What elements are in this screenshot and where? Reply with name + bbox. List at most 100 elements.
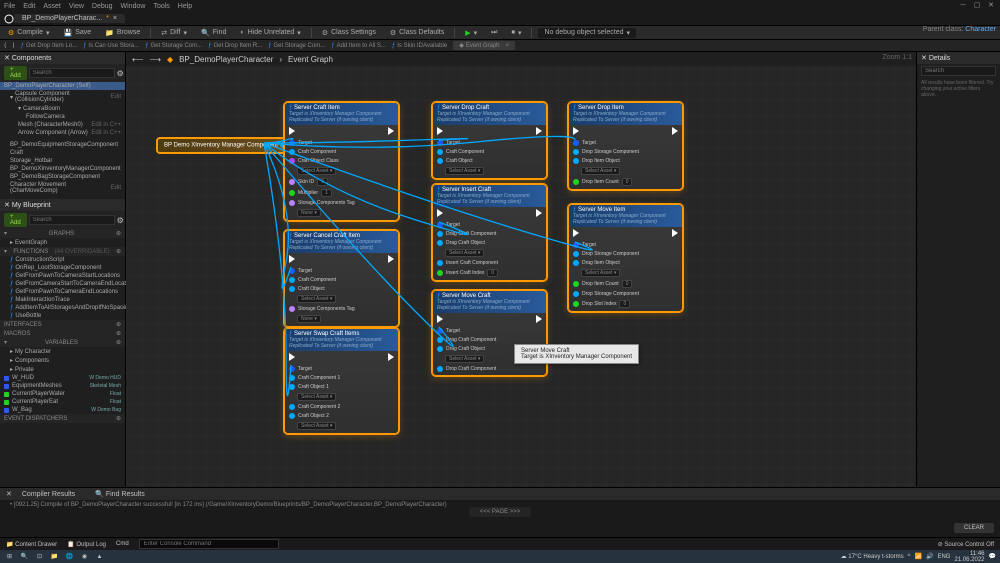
hide-unrelated-button[interactable]: ◐Hide Unrelated▾ — [236, 28, 304, 38]
add-icon[interactable]: ⊕ — [116, 330, 121, 337]
var-eat[interactable]: CurrentPlayerEatFloat — [0, 398, 125, 406]
func-0[interactable]: ƒConstructionScript — [0, 256, 125, 264]
nav-back[interactable]: ⟨ — [4, 42, 6, 49]
pin-craft-comp2[interactable] — [289, 404, 295, 410]
interfaces-section[interactable]: INTERFACES⊕ — [0, 320, 125, 329]
node-component-var[interactable]: BP Demo XInventory Manager Component — [156, 137, 294, 154]
save-button[interactable]: 💾Save — [59, 28, 95, 38]
var-group-1[interactable]: ▸ Components — [0, 356, 125, 365]
var-whud[interactable]: W_HUDW Demo HUD — [0, 374, 125, 382]
content-drawer-button[interactable]: 📁 Content Drawer — [6, 541, 57, 548]
add-graph-icon[interactable]: ⊕ — [116, 230, 121, 237]
language-indicator[interactable]: ENG — [937, 554, 950, 560]
var-wbag[interactable]: W_BagW Demo Bag — [0, 406, 125, 414]
component-extra-1[interactable]: Craft — [0, 149, 125, 157]
clock[interactable]: 11:4621.06.2022 — [954, 551, 984, 563]
component-capsule[interactable]: ▾ Capsule Component (CollisionCylinder) … — [0, 90, 125, 104]
func-1[interactable]: ƒOnRep_LootStorageComponent — [0, 264, 125, 272]
compiler-results-tab[interactable]: Compiler Results — [22, 491, 75, 498]
pin-craft-comp[interactable] — [437, 149, 443, 155]
breadcrumb-graph[interactable]: Event Graph — [288, 55, 333, 64]
asset-dropdown[interactable]: Select Asset ▾ — [297, 422, 336, 430]
maximize-icon[interactable]: ▢ — [972, 0, 982, 10]
tray-chevron-icon[interactable]: ^ — [908, 554, 911, 560]
node-server-insert-craft[interactable]: ƒ Server Insert CraftTarget is XInventor… — [432, 184, 547, 281]
page-nav[interactable]: <<< PAGE >>> — [470, 507, 531, 517]
pin-drag-craft-obj[interactable] — [437, 240, 443, 246]
none-dropdown[interactable]: None ▾ — [297, 315, 321, 323]
exec-in-pin[interactable] — [289, 127, 295, 135]
close-icon[interactable]: ✕ — [986, 0, 996, 10]
exec-in-pin[interactable] — [437, 315, 443, 323]
func-tab-0[interactable]: ƒGet Drop Item Lo... — [21, 43, 77, 49]
breadcrumb-bp[interactable]: BP_DemoPlayerCharacter — [179, 55, 273, 64]
var-equipmesh[interactable]: EquipmentMeshesSkeletal Mesh — [0, 382, 125, 390]
component-mesh[interactable]: Mesh (CharacterMesh0) Edit in C++ — [0, 121, 125, 129]
pin-craft-obj1[interactable] — [289, 384, 295, 390]
pin-drop-item-count[interactable] — [573, 281, 579, 287]
pin-drop-item-obj[interactable] — [573, 158, 579, 164]
exec-in-pin[interactable] — [437, 127, 443, 135]
pin-drag-craft-obj[interactable] — [437, 346, 443, 352]
pin-insert-craft-idx[interactable] — [437, 270, 443, 276]
unreal-icon[interactable]: ◉ — [79, 551, 90, 562]
pin-drop-slot-idx[interactable] — [573, 301, 579, 307]
exec-out-pin[interactable] — [536, 315, 542, 323]
class-settings-button[interactable]: ⚙Class Settings — [318, 28, 380, 38]
pin-storage-tag[interactable] — [289, 306, 295, 312]
component-search-input[interactable] — [29, 68, 115, 78]
play-button[interactable]: ▶▾ — [461, 28, 481, 38]
menu-file[interactable]: File — [4, 3, 15, 10]
pin-target[interactable] — [437, 328, 443, 334]
pin-craft-obj[interactable] — [289, 286, 295, 292]
event-graph-canvas[interactable]: ⟵ ⟶ ◆ BP_DemoPlayerCharacter › Event Gra… — [126, 52, 916, 537]
pin-drag-craft-comp[interactable] — [437, 231, 443, 237]
component-extra-4[interactable]: BP_DemoBagStorageComponent — [0, 173, 125, 181]
exec-in-pin[interactable] — [573, 229, 579, 237]
step-button[interactable]: ⏭ — [487, 28, 501, 38]
pin-insert-craft-comp[interactable] — [437, 260, 443, 266]
pin-storage-tag[interactable] — [289, 200, 295, 206]
menu-view[interactable]: View — [69, 3, 84, 10]
pin-drop-craft-comp[interactable] — [437, 366, 443, 372]
menu-debug[interactable]: Debug — [92, 3, 113, 10]
close-panel-icon[interactable]: ✕ — [4, 54, 10, 62]
func-2[interactable]: ƒGetFromPawnToCameraStartLocations — [0, 272, 125, 280]
pin-craft-obj2[interactable] — [289, 413, 295, 419]
component-charmovement[interactable]: Character Movement (CharMoveComp) Edit — [0, 181, 125, 195]
chrome-icon[interactable]: 🌐 — [64, 551, 75, 562]
asset-dropdown[interactable]: Select Asset ▾ — [297, 295, 336, 303]
clear-button[interactable]: CLEAR — [954, 523, 994, 533]
exec-out-pin[interactable] — [536, 209, 542, 217]
menu-window[interactable]: Window — [121, 3, 146, 10]
asset-dropdown[interactable]: Select Asset ▾ — [445, 167, 484, 175]
component-extra-3[interactable]: BP_DemoXInventoryManagerComponent — [0, 165, 125, 173]
node-server-move-item[interactable]: ƒ Server Move ItemTarget is XInventory M… — [568, 204, 683, 312]
func-5[interactable]: ƒMakInteractionTrace — [0, 296, 125, 304]
func-tab-5[interactable]: ƒAdd Item to All S... — [331, 43, 386, 49]
notifications-icon[interactable]: 💬 — [989, 553, 996, 560]
node-server-swap-craft[interactable]: ƒ Server Swap Craft ItemsTarget is XInve… — [284, 328, 399, 434]
pin-craft-obj[interactable] — [437, 158, 443, 164]
find-results-tab[interactable]: 🔍 Find Results — [95, 490, 145, 498]
graph-eventgraph[interactable]: ▸ EventGraph — [0, 238, 125, 247]
exec-in-pin[interactable] — [573, 127, 579, 135]
pin-drop-storage2[interactable] — [573, 291, 579, 297]
pin-target[interactable] — [573, 140, 579, 146]
component-root[interactable]: BP_DemoPlayerCharacter (Self) — [0, 82, 125, 90]
exec-out-pin[interactable] — [536, 127, 542, 135]
menu-tools[interactable]: Tools — [153, 3, 169, 10]
exec-out-pin[interactable] — [388, 255, 394, 263]
console-command-input[interactable] — [139, 539, 279, 549]
event-graph-tab[interactable]: ◆Event Graph× — [453, 41, 515, 50]
pin-multiplier[interactable] — [289, 190, 295, 196]
debug-object-dropdown[interactable]: No debug object selected▾ — [538, 28, 636, 38]
functions-section[interactable]: ▾ FUNCTIONS (44 OVERRIDABLE)⊕ — [0, 247, 125, 256]
func-tab-1[interactable]: ƒIs Can Use Stora... — [83, 43, 139, 49]
volume-icon[interactable]: 🔊 — [926, 553, 933, 560]
var-group-2[interactable]: ▸ Private — [0, 365, 125, 374]
func-6[interactable]: ƒAddItemToAllStoragesAndDropIfNoSpace — [0, 304, 125, 312]
minimize-icon[interactable]: ─ — [958, 0, 968, 10]
pin-target[interactable] — [573, 242, 579, 248]
pin-drop-item-count[interactable] — [573, 179, 579, 185]
